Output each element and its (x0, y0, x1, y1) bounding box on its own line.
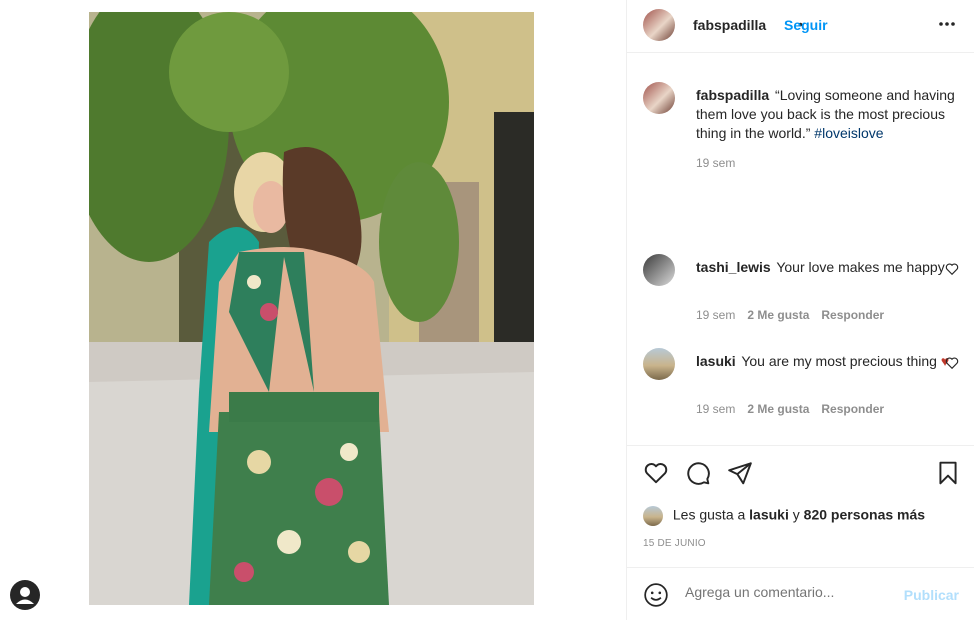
hashtag-link[interactable]: #loveislove (814, 125, 883, 141)
comment-icon[interactable] (685, 460, 711, 491)
avatar[interactable] (643, 348, 675, 380)
likes-prefix: Les gusta a (672, 506, 746, 523)
action-bar (627, 445, 974, 498)
comment-body: Your love makes me happy (776, 259, 945, 275)
comment-time[interactable]: 19 sem (696, 402, 735, 416)
emoji-icon[interactable] (643, 582, 669, 613)
follow-button[interactable]: Seguir (784, 17, 828, 33)
comment-meta: 19 sem 2 Me gusta Responder (696, 402, 884, 416)
heart-icon[interactable] (945, 262, 959, 276)
avatar[interactable] (643, 82, 675, 114)
more-icon[interactable] (937, 14, 957, 34)
reply-button[interactable]: Responder (821, 308, 884, 322)
likes-others[interactable]: 820 personas más (804, 507, 925, 523)
comment-likes[interactable]: 2 Me gusta (747, 402, 809, 416)
comment-body: You are my most precious thing (741, 353, 937, 369)
comment-text: lasuki You are my most precious thing ♥ (696, 352, 956, 371)
post-photo[interactable] (89, 12, 534, 605)
post-header: fabspadilla • Seguir (627, 0, 974, 53)
comments-list[interactable]: fabspadilla “Loving someone and having t… (627, 58, 974, 444)
caption-time[interactable]: 19 sem (696, 156, 735, 170)
share-icon[interactable] (727, 460, 753, 491)
likes-and: y (792, 506, 800, 523)
post-date[interactable]: 15 DE JUNIO (643, 538, 706, 549)
comment-likes[interactable]: 2 Me gusta (747, 308, 809, 322)
comment-meta: 19 sem 2 Me gusta Responder (696, 308, 884, 322)
comment-time[interactable]: 19 sem (696, 308, 735, 322)
caption-text: fabspadilla “Loving someone and having t… (696, 86, 956, 143)
profile-icon[interactable] (10, 580, 40, 610)
add-comment-bar: Publicar (627, 567, 974, 621)
post-side-panel: fabspadilla • Seguir fabspadilla “Loving… (626, 0, 974, 620)
comment-username[interactable]: tashi_lewis (696, 259, 771, 275)
publish-button[interactable]: Publicar (904, 587, 959, 603)
heart-icon[interactable] (945, 356, 959, 370)
comment-text: tashi_lewis Your love makes me happy (696, 258, 956, 277)
likes-user[interactable]: lasuki (749, 507, 789, 523)
photo-area (0, 0, 626, 620)
likes-summary: Les gusta a lasuki y 820 personas más (643, 506, 925, 526)
comment-input[interactable] (683, 583, 887, 601)
caption-username[interactable]: fabspadilla (696, 87, 769, 103)
reply-button[interactable]: Responder (821, 402, 884, 416)
post-username[interactable]: fabspadilla (693, 17, 766, 33)
avatar[interactable] (643, 254, 675, 286)
comment-username[interactable]: lasuki (696, 353, 736, 369)
avatar[interactable] (643, 506, 663, 526)
photo-illustration (89, 12, 534, 605)
heart-icon[interactable] (643, 460, 669, 491)
avatar[interactable] (643, 9, 675, 41)
bookmark-icon[interactable] (935, 460, 961, 491)
